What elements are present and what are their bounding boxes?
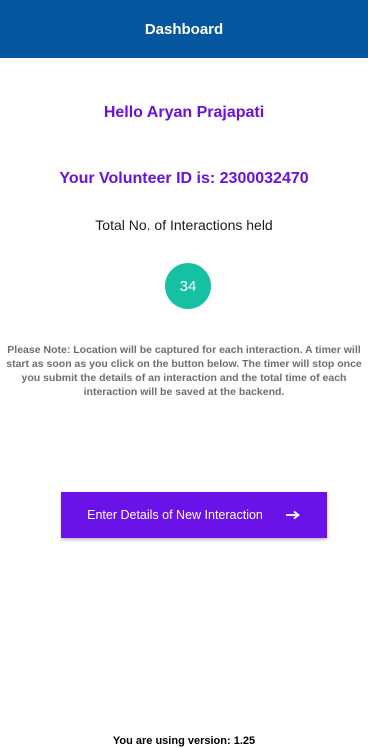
interactions-count-badge: 34 [165, 263, 211, 309]
arrow-right-icon [285, 510, 300, 520]
enter-new-interaction-button[interactable]: Enter Details of New Interaction [61, 492, 327, 538]
version-text: You are using version: 1.25 [112, 735, 256, 747]
volunteer-id-text: Your Volunteer ID is: 2300032470 [59, 170, 309, 187]
interactions-count-label: Total No. of Interactions held [95, 217, 273, 233]
location-note: Please Note: Location will be captured f… [6, 344, 362, 398]
page-title: Dashboard [144, 20, 224, 38]
greeting-text: Hello Aryan Prajapati [103, 104, 265, 121]
app-bar: Dashboard [0, 0, 368, 58]
enter-new-interaction-label: Enter Details of New Interaction [87, 508, 263, 522]
